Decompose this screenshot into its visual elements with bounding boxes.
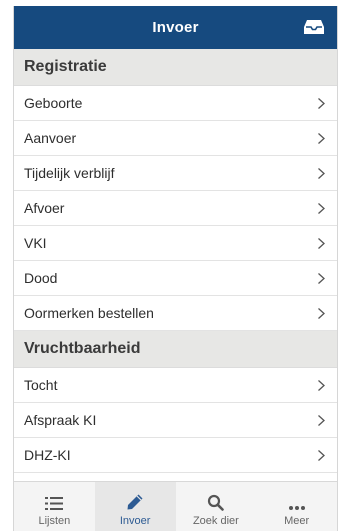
list-item-dhz-ki[interactable]: DHZ-KI <box>14 438 337 473</box>
tab-label: Zoek dier <box>192 515 239 527</box>
chevron-right-icon <box>318 449 325 461</box>
list-item-tijdelijk-verblijf[interactable]: Tijdelijk verblijf <box>14 156 337 191</box>
tab-label: Invoer <box>119 515 151 527</box>
list-item-dood[interactable]: Dood <box>14 261 337 296</box>
list-item-label: Tocht <box>24 377 58 393</box>
bottom-tab-bar: Lijsten Invoer Zoek dier Meer <box>14 481 337 531</box>
chevron-right-icon <box>318 132 325 144</box>
list-item-label: Tijdelijk verblijf <box>24 165 115 181</box>
chevron-right-icon <box>318 237 325 249</box>
list-item-label: Dood <box>24 270 58 286</box>
list-item-tocht[interactable]: Tocht <box>14 368 337 403</box>
section-header-registratie: Registratie <box>14 49 337 86</box>
chevron-right-icon <box>318 307 325 319</box>
list-item-aanvoer[interactable]: Aanvoer <box>14 121 337 156</box>
list-item-label: Aanvoer <box>24 130 77 146</box>
list-item-afspraak-ki[interactable]: Afspraak KI <box>14 403 337 438</box>
list-item-geboorte[interactable]: Geboorte <box>14 86 337 121</box>
list-item-label: Geboorte <box>24 95 83 111</box>
more-icon <box>288 506 305 510</box>
list-item-label: Afvoer <box>24 200 65 216</box>
list-item-afvoer[interactable]: Afvoer <box>14 191 337 226</box>
list-item-label: DHZ-KI <box>24 447 71 463</box>
tab-meer[interactable]: Meer <box>256 482 337 531</box>
tab-invoer[interactable]: Invoer <box>94 482 176 531</box>
chevron-right-icon <box>318 414 325 426</box>
tab-zoek-dier[interactable]: Zoek dier <box>176 482 257 531</box>
page-title: Invoer <box>152 19 199 36</box>
pencil-icon <box>127 494 143 510</box>
list-item-label: Oormerken bestellen <box>24 305 154 321</box>
list-item-label: VKI <box>24 235 47 251</box>
chevron-right-icon <box>318 272 325 284</box>
list-item-label: Afspraak KI <box>24 412 97 428</box>
search-icon <box>208 494 225 511</box>
chevron-right-icon <box>318 97 325 109</box>
tab-label: Lijsten <box>38 515 71 527</box>
list-item-oormerken-bestellen[interactable]: Oormerken bestellen <box>14 296 337 331</box>
top-bar: Invoer <box>14 6 337 49</box>
section-header-vruchtbaarheid: Vruchtbaarheid <box>14 331 337 368</box>
list-item-vki[interactable]: VKI <box>14 226 337 261</box>
chevron-right-icon <box>318 202 325 214</box>
inbox-icon[interactable] <box>303 18 325 36</box>
chevron-right-icon <box>318 167 325 179</box>
tab-label: Meer <box>284 515 310 527</box>
chevron-right-icon <box>318 379 325 391</box>
list-icon <box>45 497 64 510</box>
tab-lijsten[interactable]: Lijsten <box>14 482 95 531</box>
app-frame: Invoer Registratie Geboorte Aanvoer Tijd… <box>13 6 338 531</box>
